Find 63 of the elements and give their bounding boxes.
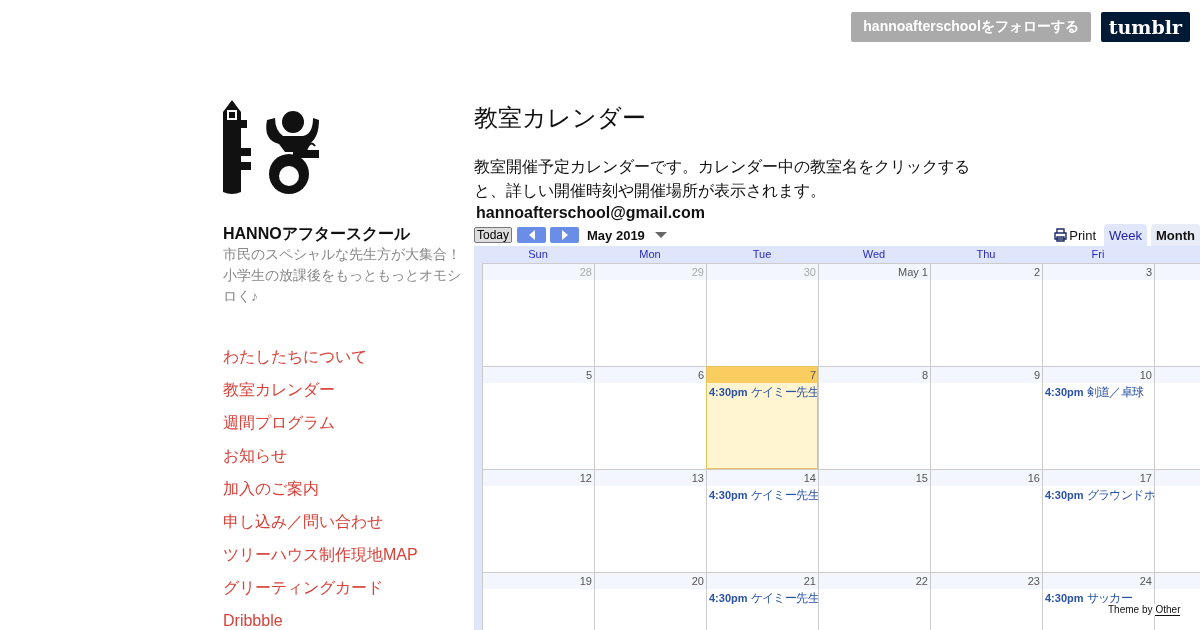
nav-link[interactable]: お知らせ [223, 439, 287, 472]
footer-text: Theme by [1108, 604, 1153, 616]
nav-link[interactable]: Dribbble [223, 604, 283, 630]
day-number: 17 [1043, 470, 1154, 486]
day-number: 30 [707, 264, 818, 280]
nav-link[interactable]: わたしたちについて [223, 340, 367, 373]
day-number: 9 [931, 367, 1042, 383]
theme-link[interactable]: Other [1155, 604, 1181, 616]
printer-icon [1054, 228, 1068, 242]
nav-link[interactable]: 加入のご案内 [223, 472, 319, 505]
day-number: 15 [819, 470, 930, 486]
print-button[interactable]: Print [1054, 227, 1100, 243]
event-link[interactable]: 4:30pm グラウンドホ [1043, 487, 1154, 503]
site-description: 市民のスペシャルな先生方が大集合！小学生の放課後をもっともっとオモシロく♪ [223, 245, 462, 306]
day-number: 19 [483, 573, 594, 589]
day-number: 29 [595, 264, 706, 280]
page-heading: 教室カレンダー [474, 103, 647, 133]
day-number: 5 [483, 367, 594, 383]
day-number: 23 [931, 573, 1042, 589]
today-button[interactable]: Today [474, 227, 513, 243]
day-number: 2 [931, 264, 1042, 280]
day-number: 22 [819, 573, 930, 589]
event-link[interactable]: 4:30pm 剣道／卓球 [1043, 384, 1144, 400]
day-number: 24 [1043, 573, 1154, 589]
weekday-label: Sun [527, 247, 549, 262]
nav-link[interactable]: 申し込み／問い合わせ [223, 505, 383, 538]
day-number: 12 [483, 470, 594, 486]
nav-link[interactable]: 教室カレンダー [223, 373, 335, 406]
weekday-label: Tue [751, 247, 773, 262]
day-number: 16 [931, 470, 1042, 486]
weekday-label: Mon [638, 247, 662, 262]
nav-link[interactable]: 週間プログラム [223, 406, 335, 439]
day-number: 20 [595, 573, 706, 589]
site-title: HANNOアフタースクール [223, 224, 411, 244]
event-link[interactable]: 4:30pm ケイミー先生 [707, 590, 818, 606]
day-number: 10 [1043, 367, 1154, 383]
day-number: 21 [707, 573, 818, 589]
weekday-label: Thu [975, 247, 997, 262]
day-number: 3 [1043, 264, 1154, 280]
nav-link[interactable]: グリーティングカード [223, 571, 383, 604]
day-number: 6 [595, 367, 706, 383]
caret-icon[interactable] [654, 231, 667, 239]
right-arrow-icon [560, 230, 569, 240]
view-tab[interactable]: Week [1104, 224, 1147, 246]
previous-button[interactable] [517, 227, 547, 243]
left-arrow-icon [527, 230, 536, 240]
month-label: May 2019 [587, 227, 645, 243]
view-tab[interactable]: Month [1151, 224, 1200, 246]
event-link[interactable]: 4:30pm ケイミー先生 [707, 487, 818, 503]
intro-text: 教室開催予定カレンダーです。カレンダー中の教室名をクリックすると、詳しい開催時刻や開催場所が表示されます。 [474, 157, 971, 201]
weekday-label: Wed [861, 247, 887, 262]
day-number: May 1 [819, 264, 930, 280]
day-number: 8 [819, 367, 930, 383]
day-number: 14 [707, 470, 818, 486]
day-number: 28 [483, 264, 594, 280]
weekday-label: Fri [1090, 247, 1106, 262]
email-text: hannoafterschool@gmail.com [475, 203, 706, 223]
nav-link[interactable]: ツリーハウス制作現地MAP [223, 538, 418, 571]
day-number: 7 [707, 367, 818, 383]
next-button[interactable] [550, 227, 580, 243]
event-link[interactable]: 4:30pm サッカー [1043, 590, 1133, 606]
day-number: 13 [595, 470, 706, 486]
tumblr-logo[interactable]: tumblr [1100, 12, 1190, 42]
